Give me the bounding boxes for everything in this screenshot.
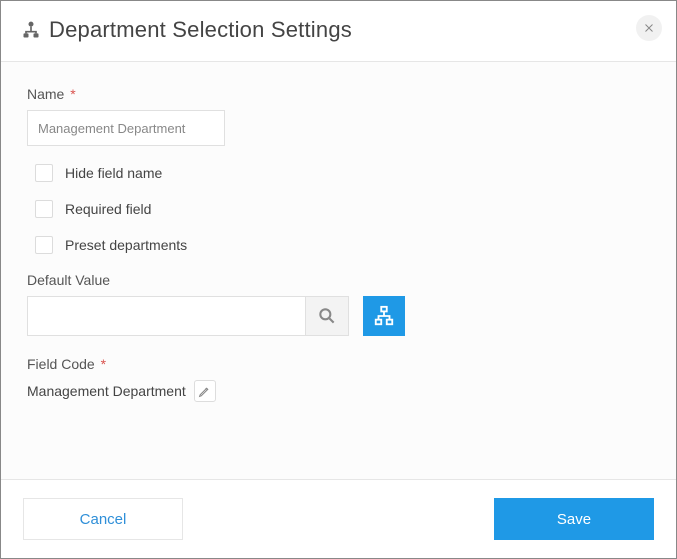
hide-field-name-checkbox[interactable] [35, 164, 53, 182]
required-field-checkbox[interactable] [35, 200, 53, 218]
preset-departments-checkbox[interactable] [35, 236, 53, 254]
dialog-body: Name * Hide field name Required field Pr… [1, 62, 676, 479]
field-code-label-text: Field Code [27, 356, 95, 372]
required-marker: * [70, 86, 75, 102]
field-code-row: Management Department [27, 380, 650, 402]
cancel-button[interactable]: Cancel [23, 498, 183, 540]
dialog-title: Department Selection Settings [49, 17, 352, 43]
org-chart-icon [373, 305, 395, 327]
required-field-row: Required field [35, 200, 650, 218]
search-button[interactable] [305, 296, 349, 336]
preset-departments-row: Preset departments [35, 236, 650, 254]
field-code-label: Field Code * [27, 356, 650, 372]
dialog-footer: Cancel Save [1, 479, 676, 558]
edit-field-code-button[interactable] [194, 380, 216, 402]
default-value-row [27, 296, 650, 336]
name-field-group: Name * [27, 86, 650, 146]
search-icon [317, 306, 337, 326]
dialog: Department Selection Settings Name * Hid… [0, 0, 677, 559]
field-code-value: Management Department [27, 383, 186, 399]
pencil-icon [198, 385, 211, 398]
org-picker-button[interactable] [363, 296, 405, 336]
hide-field-name-label: Hide field name [65, 165, 162, 181]
preset-departments-label: Preset departments [65, 237, 187, 253]
required-marker: * [101, 356, 106, 372]
name-input[interactable] [27, 110, 225, 146]
field-code-group: Field Code * Management Department [27, 356, 650, 402]
default-value-input[interactable] [27, 296, 305, 336]
save-button-label: Save [557, 511, 591, 528]
close-button[interactable] [636, 15, 662, 41]
default-value-group: Default Value [27, 272, 650, 336]
name-label: Name * [27, 86, 650, 102]
required-field-label: Required field [65, 201, 151, 217]
save-button[interactable]: Save [494, 498, 654, 540]
hide-field-name-row: Hide field name [35, 164, 650, 182]
dialog-header: Department Selection Settings [1, 1, 676, 62]
org-tree-icon [21, 20, 41, 40]
default-value-label: Default Value [27, 272, 650, 288]
name-label-text: Name [27, 86, 64, 102]
cancel-button-label: Cancel [80, 511, 127, 528]
